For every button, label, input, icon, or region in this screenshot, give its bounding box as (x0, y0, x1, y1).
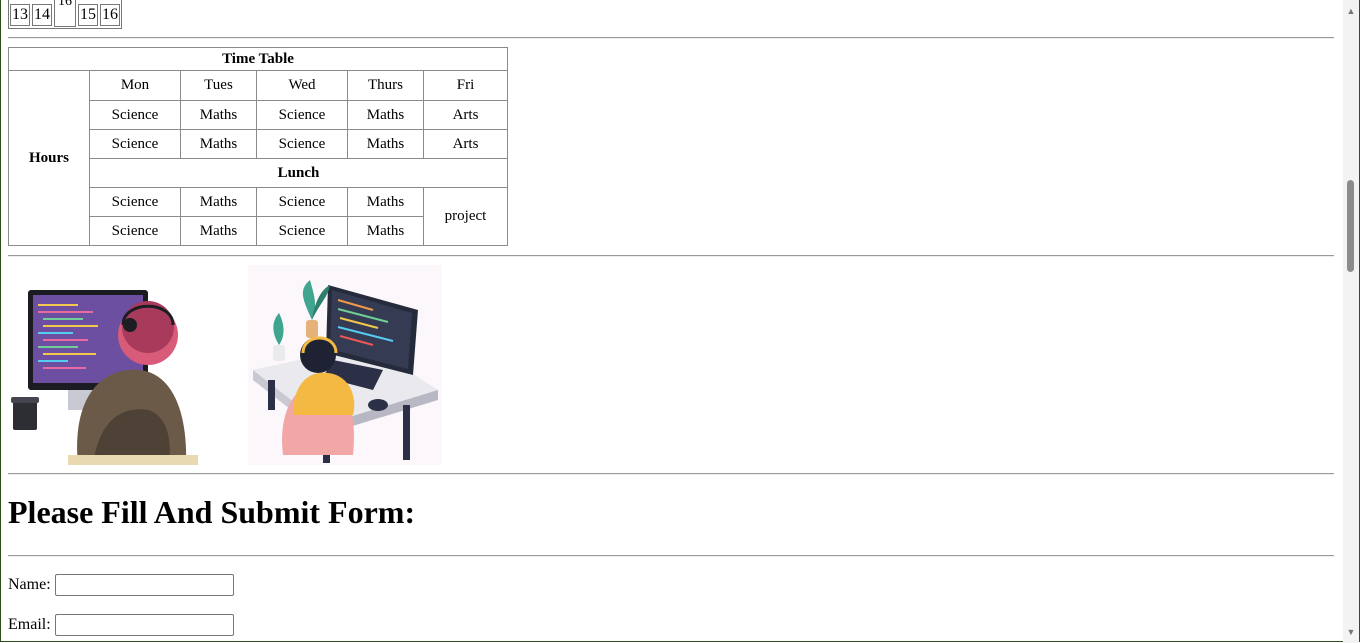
divider (8, 555, 1334, 557)
table-cell: Science (89, 216, 181, 246)
table-cell: Maths (180, 216, 257, 246)
table-cell: Arts (423, 100, 508, 130)
name-label: Name: (8, 576, 51, 593)
day-header: Tues (180, 70, 257, 101)
time-table-caption: Time Table (8, 47, 508, 71)
day-header: Thurs (347, 70, 424, 101)
table-cell: Science (256, 187, 348, 217)
number-cell: 16 (100, 4, 120, 26)
hours-header: Hours (8, 70, 90, 246)
table-cell: Science (256, 100, 348, 130)
divider (8, 255, 1334, 257)
day-header: Mon (89, 70, 181, 101)
number-cell: 14 (32, 4, 52, 26)
scrollbar-thumb[interactable] (1347, 180, 1354, 272)
number-cell: 15 (78, 4, 98, 26)
vertical-scrollbar[interactable]: ▲ ▼ (1343, 0, 1359, 643)
developer-at-monitor-illustration (8, 265, 198, 465)
table-cell: Maths (180, 129, 257, 159)
form-heading: Please Fill And Submit Form: (8, 494, 416, 530)
table-cell: Maths (347, 187, 424, 217)
time-table: Time Table Hours Mon Tues Wed Thurs Fri … (8, 47, 508, 246)
table-cell: Maths (180, 100, 257, 130)
table-cell: Maths (347, 129, 424, 159)
table-cell: Science (89, 187, 181, 217)
divider (8, 473, 1334, 475)
lunch-row: Lunch (89, 158, 508, 188)
name-input[interactable] (54, 574, 234, 596)
scroll-up-arrow-icon[interactable]: ▲ (1343, 2, 1359, 20)
table-cell: Maths (347, 216, 424, 246)
developer-at-desk-illustration (248, 265, 442, 465)
number-cell: 16 (54, 0, 76, 27)
number-cell: 13 (10, 4, 30, 26)
day-header: Fri (423, 70, 508, 101)
table-cell: Science (256, 129, 348, 159)
table-cell: Maths (347, 100, 424, 130)
table-cell: Science (89, 129, 181, 159)
scroll-down-arrow-icon[interactable]: ▼ (1343, 623, 1359, 641)
email-input[interactable] (54, 614, 234, 636)
divider (8, 37, 1334, 39)
day-header: Wed (256, 70, 348, 101)
table-cell: Maths (180, 187, 257, 217)
project-cell: project (423, 187, 508, 246)
name-field-row: Name: (8, 574, 234, 596)
email-label: Email: (8, 616, 51, 633)
table-cell: Science (256, 216, 348, 246)
table-cell: Science (89, 100, 181, 130)
table-cell: Arts (423, 129, 508, 159)
email-field-row: Email: (8, 614, 234, 636)
number-cells-table: 13 14 16 15 16 (8, 0, 122, 29)
